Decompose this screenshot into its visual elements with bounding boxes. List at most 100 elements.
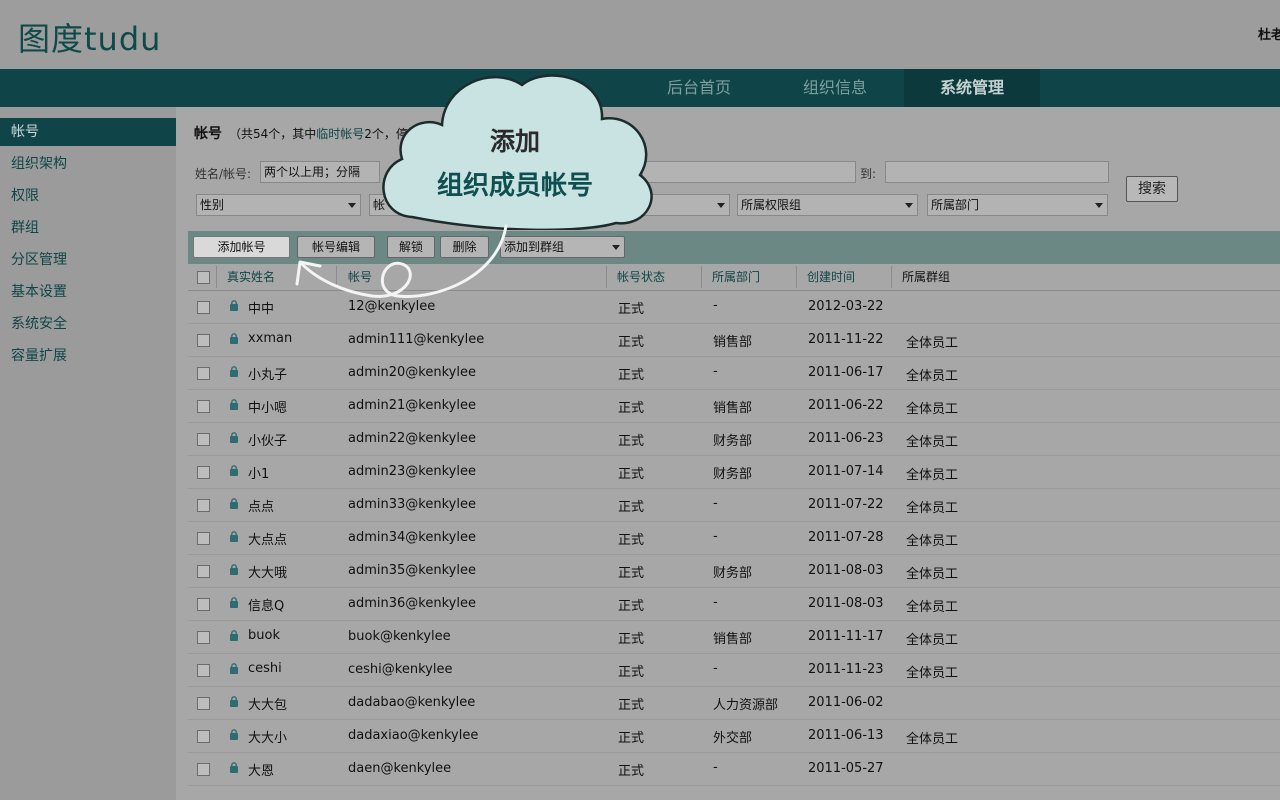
lock-icon: [230, 762, 238, 773]
date-from-input[interactable]: [642, 161, 856, 183]
cell-realname[interactable]: buok: [248, 628, 280, 643]
table-row[interactable]: 小伙子 admin22@kenkylee 正式 财务部 2011-06-23 全体员工: [188, 422, 1280, 456]
lock-icon: [230, 630, 238, 641]
chevron-down-icon: [612, 245, 620, 250]
cell-group: 全体员工: [906, 468, 959, 483]
row-checkbox[interactable]: [197, 763, 210, 776]
tab-org-info[interactable]: 组织信息: [768, 69, 902, 107]
column-status[interactable]: 帐号状态: [617, 264, 665, 290]
row-checkbox[interactable]: [197, 301, 210, 314]
table-row[interactable]: 小丸子 admin20@kenkylee 正式 - 2011-06-17 全体员工: [188, 356, 1280, 390]
sidebar-item-org-structure[interactable]: 组织架构: [0, 150, 176, 178]
cell-created: 2011-08-03: [808, 563, 884, 578]
cell-realname[interactable]: 小丸子: [248, 364, 287, 383]
table-row[interactable]: 大大哦 admin35@kenkylee 正式 财务部 2011-08-03 全体员工: [188, 554, 1280, 588]
cell-created: 2011-05-27: [808, 761, 884, 776]
table-row[interactable]: 大大包 dadabao@kenkylee 正式 人力资源部 2011-06-02: [188, 686, 1280, 720]
sidebar-item-accounts[interactable]: 帐号: [0, 118, 176, 146]
column-divider: [606, 266, 607, 288]
table-row[interactable]: 小1 admin23@kenkylee 正式 财务部 2011-07-14 全体员工: [188, 455, 1280, 489]
table-row[interactable]: xxman admin111@kenkylee 正式 销售部 2011-11-22 全体员…: [188, 323, 1280, 357]
add-account-button[interactable]: 添加帐号: [193, 236, 290, 258]
cell-realname[interactable]: xxman: [248, 331, 292, 346]
table-row[interactable]: 大点点 admin34@kenkylee 正式 - 2011-07-28 全体员工: [188, 521, 1280, 555]
user-name[interactable]: 杜老: [1258, 24, 1280, 43]
sidebar-item-groups[interactable]: 群组: [0, 214, 176, 242]
table-row[interactable]: 大大小 dadaxiao@kenkylee 正式 外交部 2011-06-13 全体员工: [188, 719, 1280, 753]
cell-account: admin34@kenkylee: [348, 530, 476, 545]
cell-group: 全体员工: [906, 501, 959, 516]
column-divider: [891, 266, 892, 288]
table-row[interactable]: 点点 admin33@kenkylee 正式 - 2011-07-22 全体员工: [188, 488, 1280, 522]
department-select[interactable]: 所属部门: [927, 194, 1108, 216]
cell-realname[interactable]: 大点点: [248, 529, 287, 548]
cell-realname[interactable]: 点点: [248, 496, 274, 515]
cell-department: 外交部: [713, 731, 753, 746]
table-row[interactable]: 大恩 daen@kenkylee 正式 - 2011-05-27: [188, 752, 1280, 786]
row-checkbox[interactable]: [197, 334, 210, 347]
tab-system-management[interactable]: 系统管理: [904, 69, 1040, 107]
table-row[interactable]: 中中 12@kenkylee 正式 - 2012-03-22: [188, 290, 1280, 324]
row-checkbox[interactable]: [197, 631, 210, 644]
row-checkbox[interactable]: [197, 730, 210, 743]
column-group[interactable]: 所属群组: [902, 264, 950, 290]
unlock-button[interactable]: 解锁: [387, 236, 435, 258]
cell-realname[interactable]: 大大小: [248, 727, 287, 746]
cell-created: 2011-07-14: [808, 464, 884, 479]
lock-icon: [230, 531, 238, 542]
cell-department: -: [713, 364, 718, 379]
column-account[interactable]: 帐号: [348, 264, 372, 290]
sidebar-item-permissions[interactable]: 权限: [0, 182, 176, 210]
delete-button[interactable]: 删除: [440, 236, 489, 258]
cell-status: 正式: [618, 401, 645, 416]
temp-accounts-link[interactable]: 临时帐号: [316, 127, 364, 141]
cell-realname[interactable]: 大大哦: [248, 562, 287, 581]
cell-realname[interactable]: 大恩: [248, 760, 274, 779]
lock-icon: [230, 465, 238, 476]
status-select[interactable]: [642, 194, 730, 216]
row-checkbox[interactable]: [197, 532, 210, 545]
lock-icon: [230, 696, 238, 707]
row-checkbox[interactable]: [197, 499, 210, 512]
date-to-input[interactable]: [885, 161, 1109, 183]
row-checkbox[interactable]: [197, 598, 210, 611]
row-checkbox[interactable]: [197, 466, 210, 479]
cell-realname[interactable]: 大大包: [248, 694, 287, 713]
edit-account-button[interactable]: 帐号编辑: [297, 236, 375, 258]
column-realname[interactable]: 真实姓名: [227, 264, 275, 290]
row-checkbox[interactable]: [197, 367, 210, 380]
column-divider: [336, 266, 337, 288]
table-row[interactable]: ceshi ceshi@kenkylee 正式 - 2011-11-23 全体员工: [188, 653, 1280, 687]
role-group-select[interactable]: 所属权限组: [737, 194, 918, 216]
sidebar-item-basic-settings[interactable]: 基本设置: [0, 278, 176, 306]
cell-realname[interactable]: 小伙子: [248, 430, 287, 449]
sidebar-item-security[interactable]: 系统安全: [0, 310, 176, 338]
name-account-input[interactable]: 两个以上用；分隔: [260, 161, 380, 183]
sidebar-item-partition[interactable]: 分区管理: [0, 246, 176, 274]
table-row[interactable]: buok buok@kenkylee 正式 销售部 2011-11-17 全体员工: [188, 620, 1280, 654]
cell-realname[interactable]: ceshi: [248, 661, 282, 676]
cell-group: 全体员工: [906, 732, 959, 747]
row-checkbox[interactable]: [197, 433, 210, 446]
cell-realname[interactable]: 小1: [248, 463, 269, 482]
gender-select[interactable]: 性别: [196, 194, 361, 216]
column-created[interactable]: 创建时间: [807, 264, 855, 290]
table-row[interactable]: 中小嗯 admin21@kenkylee 正式 销售部 2011-06-22 全体员工: [188, 389, 1280, 423]
cell-status: 正式: [618, 467, 645, 482]
cell-realname[interactable]: 信息Q: [248, 595, 284, 614]
row-checkbox[interactable]: [197, 565, 210, 578]
cell-account: ceshi@kenkylee: [348, 662, 453, 677]
sidebar-item-capacity[interactable]: 容量扩展: [0, 342, 176, 370]
add-to-group-select[interactable]: 添加到群组: [500, 236, 625, 258]
callout-line1: 添加: [489, 127, 540, 156]
search-button[interactable]: 搜索: [1126, 176, 1178, 202]
row-checkbox[interactable]: [197, 664, 210, 677]
cell-realname[interactable]: 中小嗯: [248, 397, 287, 416]
row-checkbox[interactable]: [197, 400, 210, 413]
row-checkbox[interactable]: [197, 697, 210, 710]
column-department[interactable]: 所属部门: [712, 264, 760, 290]
table-row[interactable]: 信息Q admin36@kenkylee 正式 - 2011-08-03 全体员工: [188, 587, 1280, 621]
cell-realname[interactable]: 中中: [248, 298, 274, 317]
logo[interactable]: 图度tudu: [18, 14, 161, 60]
select-all-checkbox[interactable]: [197, 271, 210, 284]
